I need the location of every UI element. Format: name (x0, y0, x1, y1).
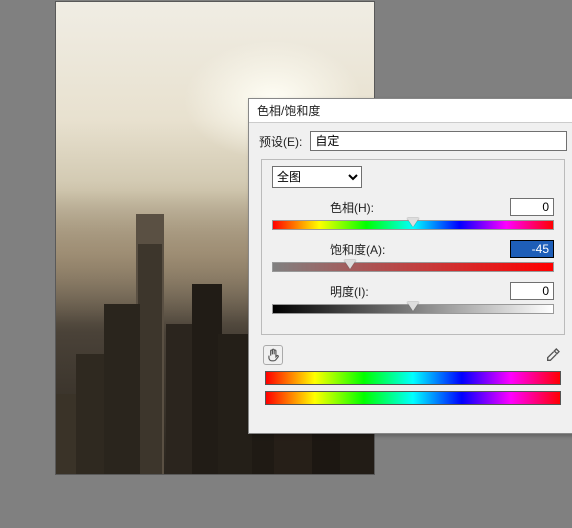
spectrum-top (265, 371, 561, 385)
lightness-label: 明度(I): (330, 283, 510, 300)
spectrum-bottom (265, 391, 561, 405)
saturation-input[interactable] (510, 240, 554, 258)
dialog-titlebar[interactable]: 色相/饱和度 (249, 99, 572, 123)
hue-label: 色相(H): (330, 199, 510, 216)
hand-tool-icon[interactable] (263, 345, 283, 365)
preset-select[interactable]: 自定 (310, 131, 567, 151)
lightness-slider[interactable] (272, 304, 554, 314)
preset-label: 预设(E): (259, 133, 302, 150)
dialog-title: 色相/饱和度 (257, 102, 320, 119)
eyedropper-icon[interactable] (543, 345, 563, 365)
saturation-slider[interactable] (272, 262, 554, 272)
saturation-label: 饱和度(A): (330, 241, 510, 258)
lightness-thumb[interactable] (407, 302, 419, 311)
hue-thumb[interactable] (407, 218, 419, 227)
hue-input[interactable] (510, 198, 554, 216)
hue-slider[interactable] (272, 220, 554, 230)
tool-row (257, 345, 569, 371)
channel-select[interactable]: 全图 (272, 166, 362, 188)
spectrum-bars (257, 371, 569, 405)
dialog-body: 预设(E): 自定 全图 色相(H): 饱和度(A): (249, 123, 572, 433)
saturation-thumb[interactable] (344, 260, 356, 269)
hue-saturation-dialog: 色相/饱和度 预设(E): 自定 全图 色相(H): 饱和度(A): (248, 98, 572, 434)
lightness-input[interactable] (510, 282, 554, 300)
params-group: 全图 色相(H): 饱和度(A): 明度(I): (261, 159, 565, 335)
